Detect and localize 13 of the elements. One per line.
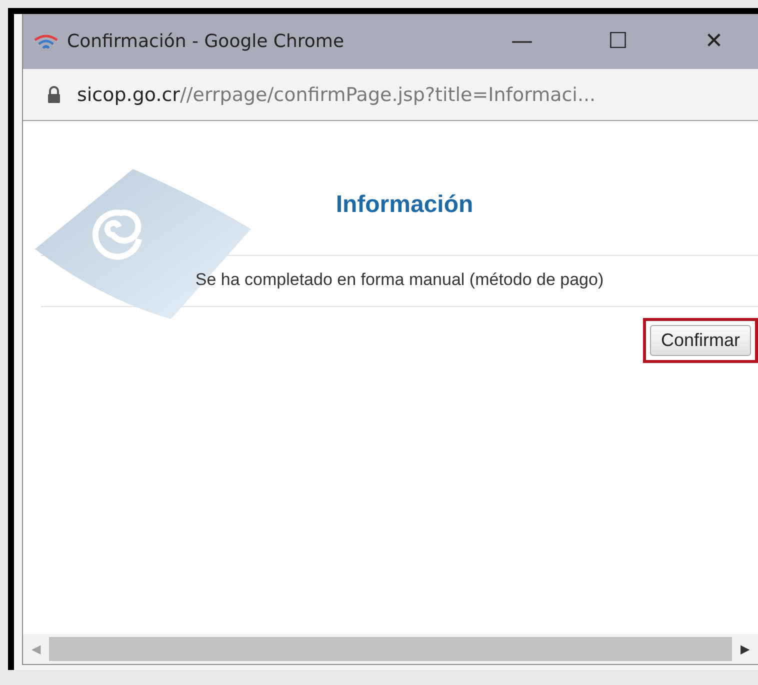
lock-icon xyxy=(47,86,61,104)
close-button[interactable]: ✕ xyxy=(670,14,758,69)
maximize-button[interactable]: ☐ xyxy=(574,14,662,69)
scroll-right-button[interactable]: ▶ xyxy=(732,634,758,664)
scrollbar-thumb[interactable] xyxy=(49,637,732,661)
url-text: sicop.go.cr//errpage/confirmPage.jsp?title=Informaci... xyxy=(77,84,596,106)
message-text: Se ha completado en forma manual (método de pago) xyxy=(194,269,605,291)
confirm-button[interactable]: Confirmar xyxy=(650,325,751,356)
dialog-heading: Información xyxy=(334,191,474,219)
minimize-button[interactable]: — xyxy=(478,14,566,69)
window-title: Confirmación - Google Chrome xyxy=(67,31,344,52)
wifi-icon xyxy=(33,34,59,50)
horizontal-scrollbar[interactable]: ◀ ▶ xyxy=(23,634,758,664)
